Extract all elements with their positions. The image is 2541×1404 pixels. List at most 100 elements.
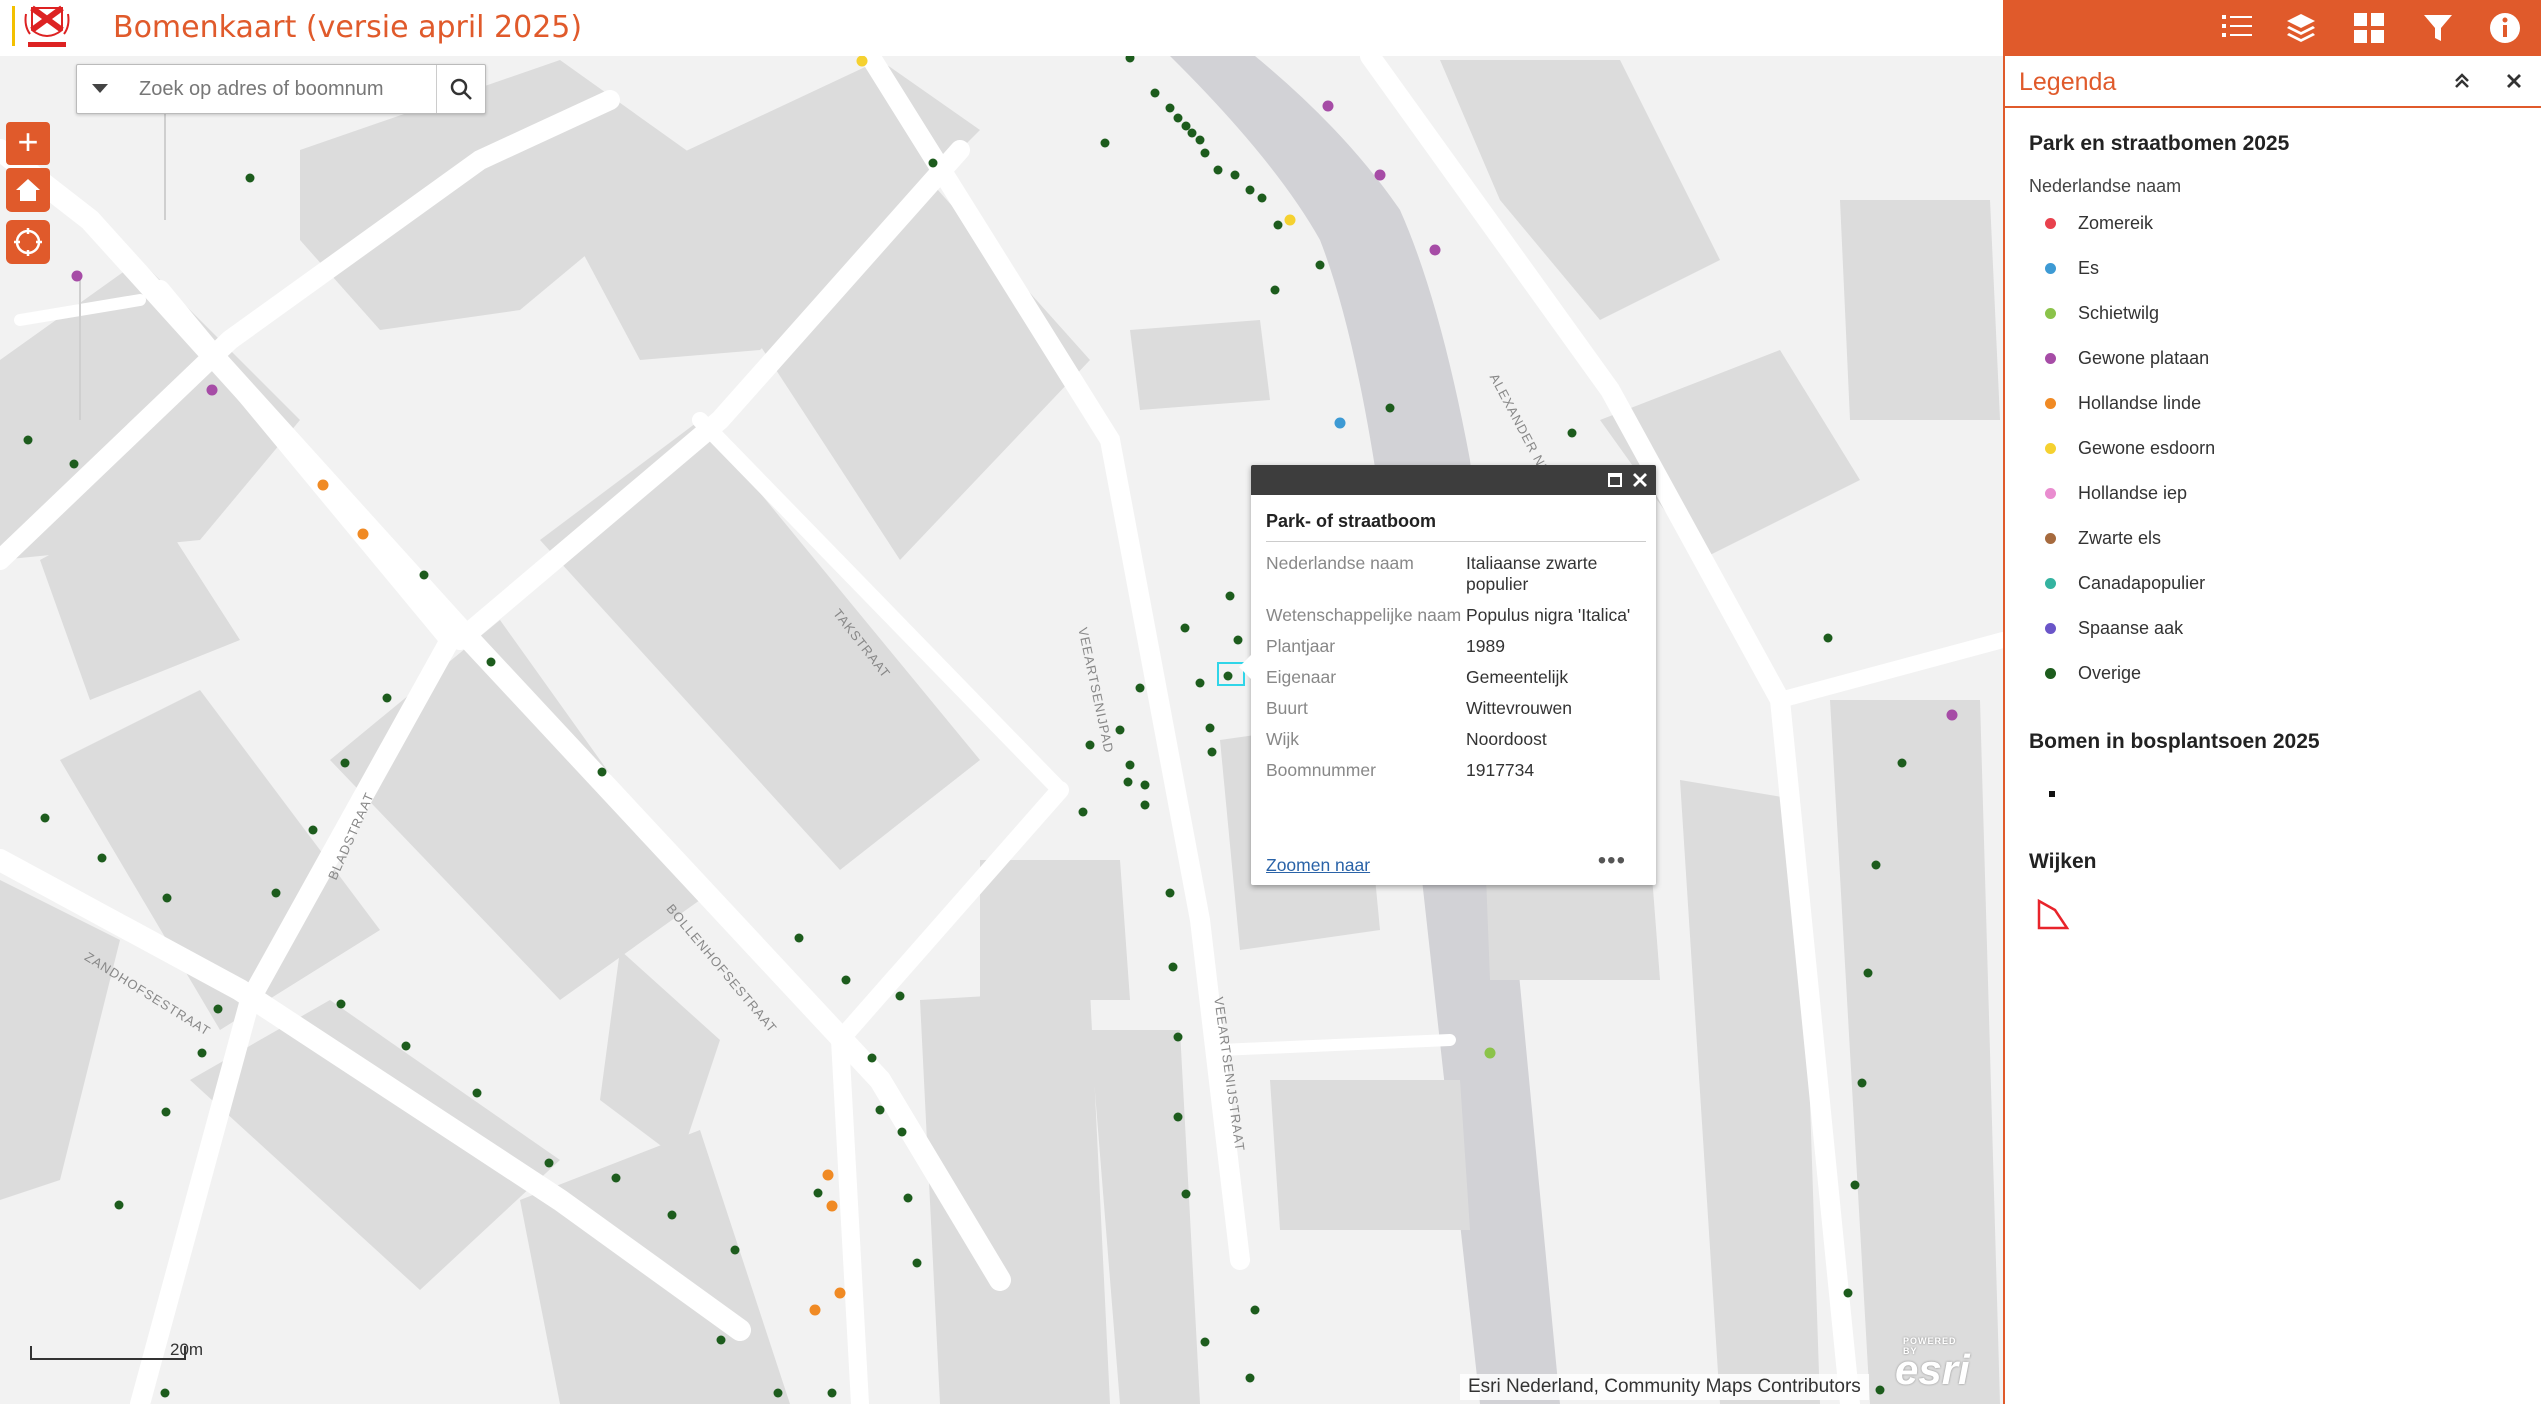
tree-point[interactable] <box>40 813 50 823</box>
tree-point[interactable] <box>597 767 607 777</box>
grid-icon[interactable] <box>2347 6 2391 50</box>
tree-point[interactable] <box>486 657 496 667</box>
tree-point[interactable] <box>1871 860 1881 870</box>
tree-point[interactable] <box>794 933 804 943</box>
tree-point[interactable] <box>1257 193 1267 203</box>
tree-point[interactable] <box>1875 1385 1885 1395</box>
tree-point[interactable] <box>1213 165 1223 175</box>
tree-point[interactable] <box>730 1245 740 1255</box>
search-input[interactable] <box>137 73 441 105</box>
tree-point[interactable] <box>1173 1112 1183 1122</box>
tree-point[interactable] <box>611 1173 621 1183</box>
tree-point[interactable] <box>1173 113 1183 123</box>
tree-point[interactable] <box>336 999 346 1009</box>
tree-point[interactable] <box>1135 683 1145 693</box>
tree-point[interactable] <box>822 1169 834 1181</box>
tree-point[interactable] <box>340 758 350 768</box>
tree-point[interactable] <box>1823 633 1833 643</box>
tree-point[interactable] <box>1181 121 1191 131</box>
tree-point[interactable] <box>897 1127 907 1137</box>
list-icon[interactable] <box>2215 6 2259 50</box>
tree-point[interactable] <box>1230 170 1240 180</box>
tree-point[interactable] <box>895 991 905 1001</box>
tree-point[interactable] <box>1484 1047 1496 1059</box>
tree-point[interactable] <box>1857 1078 1867 1088</box>
zoom-in-button[interactable]: + <box>6 122 50 165</box>
tree-point[interactable] <box>1284 214 1296 226</box>
tree-point[interactable] <box>1233 635 1243 645</box>
tree-point[interactable] <box>1322 100 1334 112</box>
tree-point[interactable] <box>1180 623 1190 633</box>
locate-button[interactable] <box>6 220 50 264</box>
tree-point[interactable] <box>206 384 218 396</box>
tree-point[interactable] <box>1200 1337 1210 1347</box>
tree-point[interactable] <box>1374 169 1386 181</box>
tree-point[interactable] <box>773 1388 783 1398</box>
tree-point[interactable] <box>1181 1189 1191 1199</box>
tree-point[interactable] <box>271 888 281 898</box>
tree-point[interactable] <box>667 1210 677 1220</box>
tree-point[interactable] <box>903 1193 913 1203</box>
tree-point[interactable] <box>1270 285 1280 295</box>
tree-point[interactable] <box>317 479 329 491</box>
tree-point[interactable] <box>160 1388 170 1398</box>
tree-point[interactable] <box>1100 138 1110 148</box>
tree-point[interactable] <box>1200 148 1210 158</box>
tree-point[interactable] <box>1245 185 1255 195</box>
tree-point[interactable] <box>197 1048 207 1058</box>
tree-point[interactable] <box>1205 723 1215 733</box>
tree-point[interactable] <box>716 1335 726 1345</box>
tree-point[interactable] <box>114 1200 124 1210</box>
tree-point[interactable] <box>809 1304 821 1316</box>
tree-point[interactable] <box>1187 128 1197 138</box>
tree-point[interactable] <box>875 1105 885 1115</box>
tree-point[interactable] <box>826 1200 838 1212</box>
tree-point[interactable] <box>1168 962 1178 972</box>
tree-point[interactable] <box>162 893 172 903</box>
filter-icon[interactable] <box>2416 6 2460 50</box>
tree-point[interactable] <box>834 1287 846 1299</box>
collapse-icon[interactable] <box>2453 72 2471 90</box>
maximize-icon[interactable] <box>1608 473 1622 487</box>
tree-point[interactable] <box>1195 678 1205 688</box>
tree-point[interactable] <box>1850 1180 1860 1190</box>
tree-point[interactable] <box>912 1258 922 1268</box>
layers-icon[interactable] <box>2279 6 2323 50</box>
tree-point[interactable] <box>382 693 392 703</box>
tree-point[interactable] <box>1385 403 1395 413</box>
tree-point[interactable] <box>827 1388 837 1398</box>
tree-point[interactable] <box>69 459 79 469</box>
tree-point[interactable] <box>1123 777 1133 787</box>
tree-point[interactable] <box>308 825 318 835</box>
tree-point[interactable] <box>1843 1288 1853 1298</box>
tree-point[interactable] <box>161 1107 171 1117</box>
tree-point[interactable] <box>1863 968 1873 978</box>
tree-point[interactable] <box>1273 220 1283 230</box>
tree-point[interactable] <box>856 56 868 67</box>
tree-points-layer[interactable] <box>0 56 2003 1404</box>
tree-point[interactable] <box>1207 747 1217 757</box>
tree-point[interactable] <box>1085 740 1095 750</box>
tree-point[interactable] <box>97 853 107 863</box>
tree-point[interactable] <box>1140 800 1150 810</box>
tree-point[interactable] <box>1140 780 1150 790</box>
info-icon[interactable] <box>2483 6 2527 50</box>
tree-point[interactable] <box>1334 417 1346 429</box>
tree-point[interactable] <box>1125 56 1135 63</box>
tree-point[interactable] <box>1195 135 1205 145</box>
map-view[interactable]: TAKSTRAAT VEEARTSENIJPAD VEEARTSENIJSTRA… <box>0 56 2003 1404</box>
tree-point[interactable] <box>867 1053 877 1063</box>
tree-point[interactable] <box>213 1004 223 1014</box>
tree-point[interactable] <box>1567 428 1577 438</box>
tree-point[interactable] <box>1165 888 1175 898</box>
tree-point[interactable] <box>1150 88 1160 98</box>
more-actions-button[interactable]: ••• <box>1598 847 1626 875</box>
tree-point[interactable] <box>841 975 851 985</box>
close-icon[interactable] <box>2505 72 2523 90</box>
tree-point[interactable] <box>1245 1373 1255 1383</box>
tree-point[interactable] <box>1946 709 1958 721</box>
tree-point[interactable] <box>1115 725 1125 735</box>
tree-point[interactable] <box>1165 103 1175 113</box>
tree-point[interactable] <box>1429 244 1441 256</box>
tree-point[interactable] <box>71 270 83 282</box>
